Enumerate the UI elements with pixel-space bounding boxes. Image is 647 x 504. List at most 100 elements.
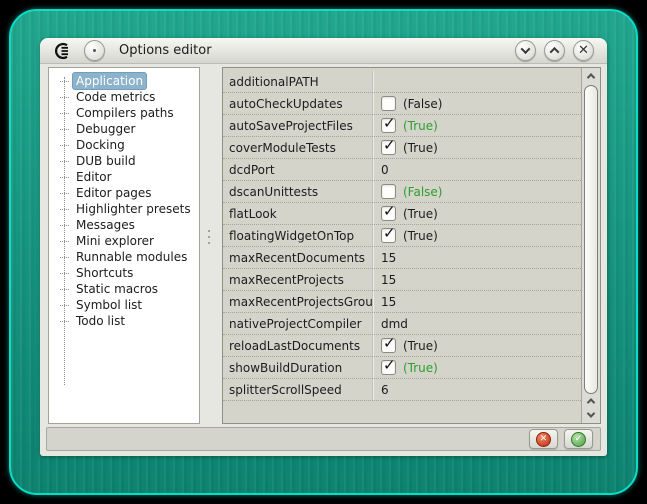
property-value: 15 <box>373 269 581 290</box>
property-name: maxRecentDocuments <box>223 247 373 268</box>
checkbox-checked[interactable]: ✓ <box>381 338 396 353</box>
vertical-scrollbar[interactable] <box>581 68 600 423</box>
tree-branch-stub <box>60 145 69 146</box>
sidebar-item-dub-build[interactable]: DUB build <box>49 153 199 169</box>
rollup-button[interactable] <box>515 40 536 61</box>
property-value-text: (False) <box>403 97 443 111</box>
titlebar[interactable]: Options editor ✕ <box>40 38 607 64</box>
property-row[interactable]: maxRecentDocuments15 <box>223 247 581 269</box>
sidebar-item-debugger[interactable]: Debugger <box>49 121 199 137</box>
property-value-text: (True) <box>403 119 438 133</box>
property-value <box>373 71 581 92</box>
sidebar-item-highlighter-presets[interactable]: Highlighter presets <box>49 201 199 217</box>
property-row[interactable]: reloadLastDocuments✓(True) <box>223 335 581 357</box>
property-value: ✓(True) <box>373 137 581 158</box>
window-title: Options editor <box>119 43 212 58</box>
checkbox-checked[interactable]: ✓ <box>381 206 396 221</box>
category-tree[interactable]: ApplicationCode metricsCompilers pathsDe… <box>48 67 200 424</box>
property-row[interactable]: additionalPATH <box>223 71 581 93</box>
tree-branch-stub <box>60 193 69 194</box>
rolldown-button[interactable] <box>544 40 565 61</box>
scroll-up-arrow-icon <box>587 73 595 81</box>
splitter-grip[interactable] <box>208 230 210 244</box>
sidebar-item-application[interactable]: Application <box>49 73 199 89</box>
checkbox-checked[interactable]: ✓ <box>381 118 396 133</box>
property-value: ✓ (True) <box>373 203 581 224</box>
tree-branch-stub <box>60 289 69 290</box>
sidebar-item-editor-pages[interactable]: Editor pages <box>49 185 199 201</box>
property-name: splitterScrollSpeed <box>223 379 373 400</box>
checkbox-checked[interactable]: ✓ <box>381 140 396 155</box>
options-editor-window: Options editor ✕ ApplicationCode metrics… <box>40 38 607 456</box>
property-row[interactable]: flatLook✓(True) <box>223 203 581 225</box>
property-value-text: 6 <box>381 383 389 397</box>
sidebar-item-static-macros[interactable]: Static macros <box>49 281 199 297</box>
property-value-text: 15 <box>381 295 396 309</box>
property-value: 0 <box>373 159 581 180</box>
property-row[interactable]: dcdPort0 <box>223 159 581 181</box>
coedit-logo-icon <box>53 42 73 60</box>
sidebar-item-editor[interactable]: Editor <box>49 169 199 185</box>
sidebar-item-shortcuts[interactable]: Shortcuts <box>49 265 199 281</box>
tree-branch-stub <box>60 97 69 98</box>
property-name: floatingWidgetOnTop <box>223 225 373 246</box>
property-value-text: (False) <box>403 185 443 199</box>
property-value-text: dmd <box>381 317 408 331</box>
footer-bar: ✕✓ <box>46 427 601 451</box>
sidebar-item-code-metrics[interactable]: Code metrics <box>49 89 199 105</box>
property-row[interactable]: autoSaveProjectFiles✓(True) <box>223 115 581 137</box>
property-value: ✓ (True) <box>373 225 581 246</box>
property-name: maxRecentProjects <box>223 269 373 290</box>
close-button[interactable]: ✕ <box>573 40 594 61</box>
tree-branch-stub <box>60 257 69 258</box>
sidebar-item-mini-explorer[interactable]: Mini explorer <box>49 233 199 249</box>
property-value-text: 15 <box>381 273 396 287</box>
property-row[interactable]: nativeProjectCompilerdmd <box>223 313 581 335</box>
tree-branch-stub <box>60 113 69 114</box>
checkmark-icon: ✓ <box>383 202 396 220</box>
property-row[interactable]: dscanUnittests (False) <box>223 181 581 203</box>
property-value: 6 <box>373 379 581 400</box>
scroll-down-button[interactable] <box>583 408 599 422</box>
cancel-button[interactable]: ✕ <box>529 429 558 449</box>
checkmark-icon: ✓ <box>383 114 396 132</box>
property-value-text: (True) <box>403 229 438 243</box>
tree-branch-stub <box>60 305 69 306</box>
window-menu-button[interactable] <box>84 40 105 61</box>
property-value: 15 <box>373 291 581 312</box>
property-value: (False) <box>373 93 581 114</box>
property-name: coverModuleTests <box>223 137 373 158</box>
property-row[interactable]: maxRecentProjectsGrou15 <box>223 291 581 313</box>
tree-branch-stub <box>60 241 69 242</box>
sidebar-item-docking[interactable]: Docking <box>49 137 199 153</box>
checkbox-unchecked[interactable] <box>381 184 396 199</box>
sidebar-item-todo-list[interactable]: Todo list <box>49 313 199 329</box>
property-row[interactable]: floatingWidgetOnTop ✓ (True) <box>223 225 581 247</box>
property-value: ✓ (True) <box>373 357 581 378</box>
property-name: showBuildDuration <box>223 357 373 378</box>
sidebar-item-messages[interactable]: Messages <box>49 217 199 233</box>
sidebar-item-symbol-list[interactable]: Symbol list <box>49 297 199 313</box>
property-value-text: (True) <box>403 361 438 375</box>
property-name: dscanUnittests <box>223 181 373 202</box>
sidebar-item-runnable-modules[interactable]: Runnable modules <box>49 249 199 265</box>
ok-button[interactable]: ✓ <box>564 429 593 449</box>
sidebar-item-compilers-paths[interactable]: Compilers paths <box>49 105 199 121</box>
property-grid: additionalPATHautoCheckUpdates(False)aut… <box>222 67 601 424</box>
checkbox-checked[interactable]: ✓ <box>381 360 396 375</box>
property-name: dcdPort <box>223 159 373 180</box>
property-row[interactable]: coverModuleTests✓(True) <box>223 137 581 159</box>
checkbox-checked[interactable]: ✓ <box>381 228 396 243</box>
checkbox-unchecked[interactable] <box>381 96 396 111</box>
property-value-text: (True) <box>403 207 438 221</box>
property-row[interactable]: maxRecentProjects 15 <box>223 269 581 291</box>
checkmark-icon: ✓ <box>383 334 396 352</box>
property-value: ✓ (True) <box>373 115 581 136</box>
property-row[interactable]: showBuildDuration ✓ (True) <box>223 357 581 379</box>
scroll-up-button[interactable] <box>583 69 599 83</box>
property-row[interactable]: autoCheckUpdates(False) <box>223 93 581 115</box>
scroll-up-button-2[interactable] <box>583 394 599 408</box>
tree-branch-stub <box>60 81 69 82</box>
property-row[interactable]: splitterScrollSpeed 6 <box>223 379 581 401</box>
scrollbar-thumb[interactable] <box>584 85 598 394</box>
